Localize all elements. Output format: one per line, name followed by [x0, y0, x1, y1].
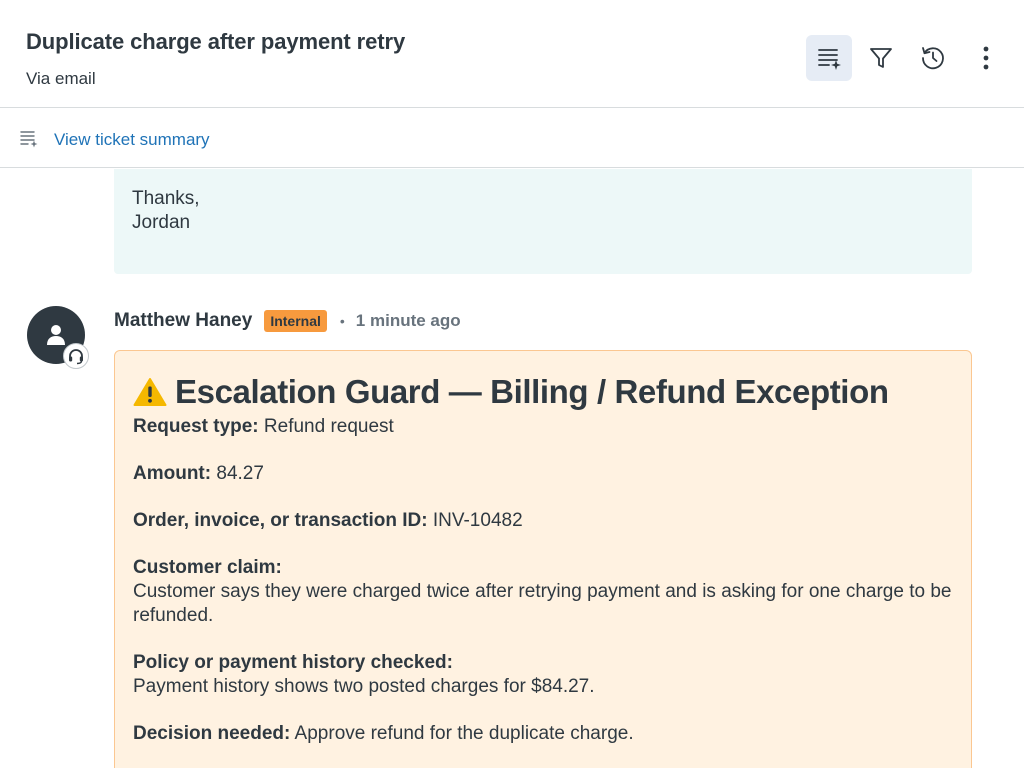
ticket-header: Duplicate charge after payment retry Via…	[0, 0, 1024, 108]
warning-icon	[133, 378, 167, 406]
ticket-summary-button[interactable]	[806, 35, 852, 81]
field-amount: Amount: 84.27	[133, 463, 264, 484]
field-decision-needed: Decision needed: Approve refund for the …	[133, 723, 634, 744]
headset-icon	[69, 349, 83, 365]
ticket-summary-icon	[818, 49, 841, 70]
filter-icon	[870, 48, 892, 68]
internal-note: Escalation Guard — Billing / Refund Exce…	[114, 350, 972, 768]
more-options-button[interactable]	[963, 35, 1009, 81]
separator-dot: •	[339, 313, 345, 329]
conversation-pane[interactable]: Thanks, Jordan Matthew Haney Internal • …	[0, 169, 1024, 768]
field-request-type: Request type: Refund request	[133, 416, 394, 437]
filter-button[interactable]	[858, 35, 904, 81]
view-ticket-summary-link[interactable]: View ticket summary	[54, 130, 210, 150]
field-policy-checked: Policy or payment history checked: Paymen…	[133, 652, 595, 697]
field-transaction-id: Order, invoice, or transaction ID: INV-1…	[133, 510, 523, 531]
more-vertical-icon	[983, 46, 989, 70]
previous-message-bubble: Thanks, Jordan	[114, 169, 972, 274]
previous-message-line: Thanks,	[132, 188, 200, 209]
user-icon	[47, 325, 65, 345]
internal-badge: Internal	[264, 310, 327, 332]
comment-header: Matthew Haney Internal • 1 minute ago	[114, 308, 461, 334]
ticket-title: Duplicate charge after payment retry	[26, 29, 406, 54]
comment-timestamp[interactable]: 1 minute ago	[356, 311, 461, 331]
note-title-row: Escalation Guard — Billing / Refund Exce…	[133, 371, 953, 413]
comment-author[interactable]: Matthew Haney	[114, 310, 252, 332]
note-title: Escalation Guard — Billing / Refund Exce…	[175, 373, 889, 410]
agent-badge	[63, 343, 89, 369]
previous-message-line: Jordan	[132, 212, 191, 233]
ticket-summary-bar: View ticket summary	[0, 109, 1024, 168]
history-icon	[922, 47, 944, 70]
history-button[interactable]	[910, 35, 956, 81]
summary-sparkle-icon	[20, 131, 38, 148]
ticket-channel: Via email	[26, 69, 96, 88]
note-body: Request type: Refund request Amount: 84.…	[133, 415, 953, 746]
field-customer-claim: Customer claim: Customer says they were c…	[133, 557, 952, 626]
